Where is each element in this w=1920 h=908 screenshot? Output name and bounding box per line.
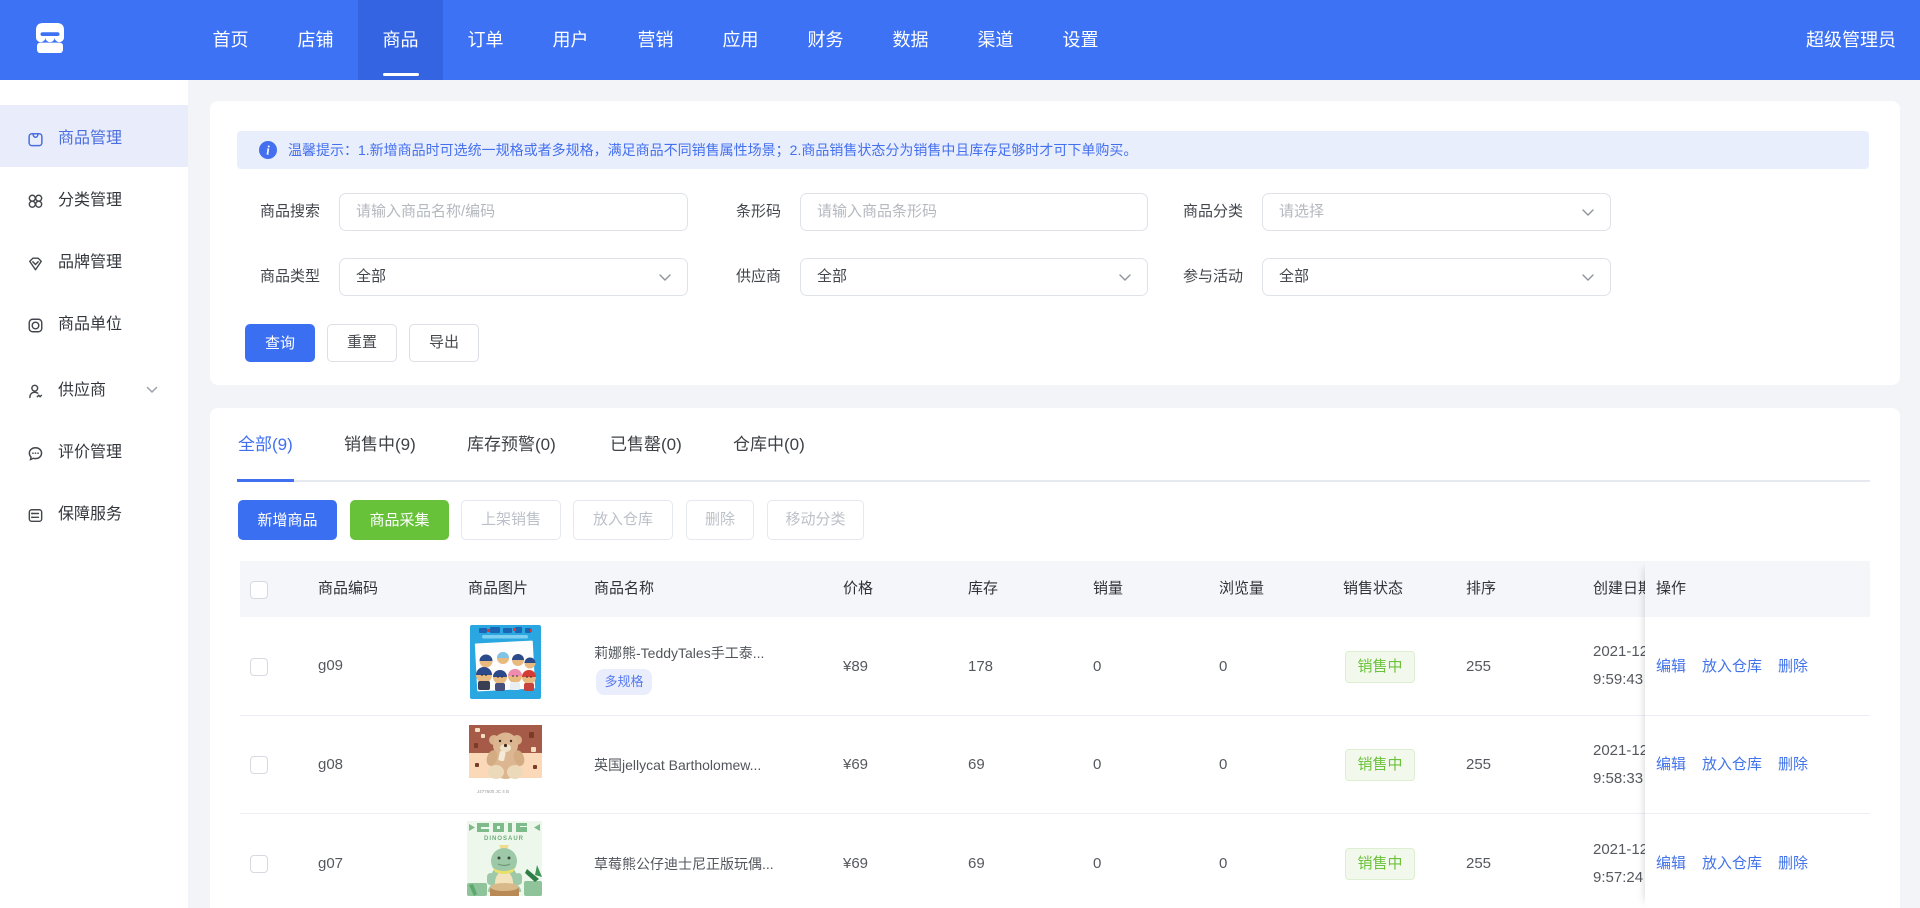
svg-text:J477600 JC 4 B: J477600 JC 4 B <box>477 789 509 794</box>
svg-text:DINOSAUR: DINOSAUR <box>484 836 524 842</box>
svg-text:i: i <box>266 144 270 158</box>
